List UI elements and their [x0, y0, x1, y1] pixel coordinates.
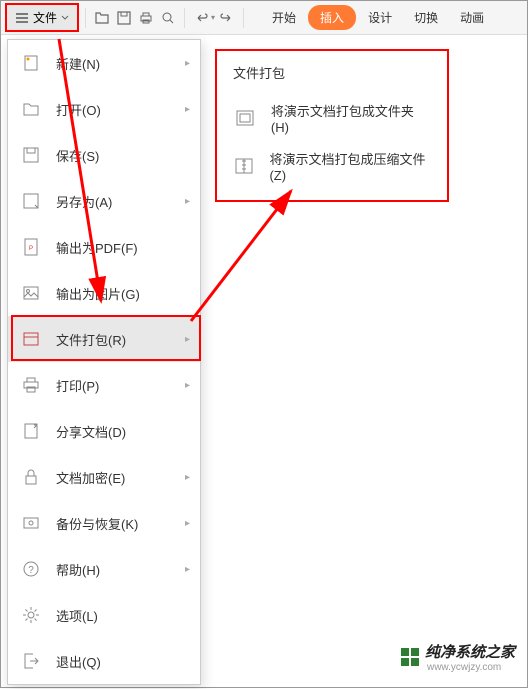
tab-insert[interactable]: 插入	[308, 5, 356, 30]
menu-print[interactable]: 打印(P) ▸	[8, 362, 200, 408]
hamburger-icon	[15, 11, 29, 25]
package-icon	[20, 328, 42, 350]
menu-new[interactable]: 新建(N) ▸	[8, 40, 200, 86]
help-icon: ?	[20, 558, 42, 580]
tab-anim[interactable]: 动画	[450, 5, 494, 30]
menu-item-label: 备份与恢复(K)	[56, 514, 138, 533]
chevron-right-icon: ▸	[185, 472, 190, 483]
exit-icon	[20, 650, 42, 672]
watermark-brand: 纯净系统之家	[425, 641, 515, 662]
menu-item-label: 打开(O)	[56, 100, 101, 119]
redo-icon[interactable]	[217, 8, 237, 28]
chevron-right-icon: ▸	[185, 196, 190, 207]
submenu-package-zip[interactable]: 将演示文档打包成压缩文件(Z)	[217, 142, 447, 190]
menu-package[interactable]: 文件打包(R) ▸	[8, 316, 200, 362]
share-icon	[20, 420, 42, 442]
menu-item-label: 选项(L)	[56, 606, 98, 625]
open-folder-icon[interactable]	[92, 8, 112, 28]
new-icon	[20, 52, 42, 74]
print-icon	[20, 374, 42, 396]
divider	[184, 8, 185, 28]
menu-item-label: 文档加密(E)	[56, 468, 125, 487]
dropdown-caret-icon[interactable]: ▾	[211, 13, 215, 22]
folder-icon	[20, 98, 42, 120]
menu-export-img[interactable]: 输出为图片(G)	[8, 270, 200, 316]
undo-icon[interactable]	[191, 8, 211, 28]
tab-start[interactable]: 开始	[262, 5, 306, 30]
chevron-right-icon: ▸	[185, 564, 190, 575]
chevron-right-icon: ▸	[185, 334, 190, 345]
pdf-icon: P	[20, 236, 42, 258]
menu-item-label: 退出(Q)	[56, 652, 101, 671]
menu-item-label: 另存为(A)	[56, 192, 112, 211]
package-folder-icon	[233, 106, 257, 130]
menu-item-label: 新建(N)	[56, 54, 100, 73]
chevron-right-icon: ▸	[185, 104, 190, 115]
submenu-item-label: 将演示文档打包成文件夹(H)	[271, 101, 431, 135]
divider	[85, 8, 86, 28]
package-zip-icon	[233, 154, 255, 178]
file-menu-panel: 新建(N) ▸ 打开(O) ▸ 保存(S) 另存为(A) ▸ P 输出为PDF(…	[7, 39, 201, 685]
svg-text:P: P	[29, 246, 33, 252]
watermark-url: www.ycwjzy.com	[427, 662, 515, 673]
gear-icon	[20, 604, 42, 626]
divider	[243, 8, 244, 28]
lock-icon	[20, 466, 42, 488]
menu-encrypt[interactable]: 文档加密(E) ▸	[8, 454, 200, 500]
menu-share[interactable]: 分享文档(D)	[8, 408, 200, 454]
save-icon[interactable]	[114, 8, 134, 28]
save-icon	[20, 144, 42, 166]
menu-item-label: 输出为图片(G)	[56, 284, 140, 303]
package-submenu-panel: 文件打包 将演示文档打包成文件夹(H) 将演示文档打包成压缩文件(Z)	[215, 49, 449, 202]
watermark-logo-icon	[401, 648, 419, 666]
menu-item-label: 保存(S)	[56, 146, 99, 165]
menu-options[interactable]: 选项(L)	[8, 592, 200, 638]
submenu-item-label: 将演示文档打包成压缩文件(Z)	[269, 149, 431, 183]
menu-item-label: 文件打包(R)	[56, 330, 126, 349]
toolbar: 文件 ▾ 开始 插入 设计 切换 动画	[1, 1, 527, 35]
menu-backup[interactable]: 备份与恢复(K) ▸	[8, 500, 200, 546]
chevron-right-icon: ▸	[185, 518, 190, 529]
chevron-right-icon: ▸	[185, 58, 190, 69]
tab-design[interactable]: 设计	[358, 5, 402, 30]
submenu-package-folder[interactable]: 将演示文档打包成文件夹(H)	[217, 94, 447, 142]
menu-item-label: 分享文档(D)	[56, 422, 126, 441]
menu-item-label: 打印(P)	[56, 376, 99, 395]
menu-exit[interactable]: 退出(Q)	[8, 638, 200, 684]
chevron-down-icon	[61, 14, 69, 22]
file-menu-button[interactable]: 文件	[5, 3, 79, 32]
menu-open[interactable]: 打开(O) ▸	[8, 86, 200, 132]
menu-export-pdf[interactable]: P 输出为PDF(F)	[8, 224, 200, 270]
tab-switch[interactable]: 切换	[404, 5, 448, 30]
menu-item-label: 输出为PDF(F)	[56, 238, 138, 257]
file-menu-label: 文件	[33, 9, 57, 26]
menu-saveas[interactable]: 另存为(A) ▸	[8, 178, 200, 224]
print-icon[interactable]	[136, 8, 156, 28]
image-icon	[20, 282, 42, 304]
saveas-icon	[20, 190, 42, 212]
menu-save[interactable]: 保存(S)	[8, 132, 200, 178]
svg-text:?: ?	[28, 565, 34, 576]
submenu-title: 文件打包	[217, 61, 447, 94]
chevron-right-icon: ▸	[185, 380, 190, 391]
menu-item-label: 帮助(H)	[56, 560, 100, 579]
watermark: 纯净系统之家 www.ycwjzy.com	[401, 641, 515, 673]
preview-icon[interactable]	[158, 8, 178, 28]
menu-help[interactable]: ? 帮助(H) ▸	[8, 546, 200, 592]
backup-icon	[20, 512, 42, 534]
